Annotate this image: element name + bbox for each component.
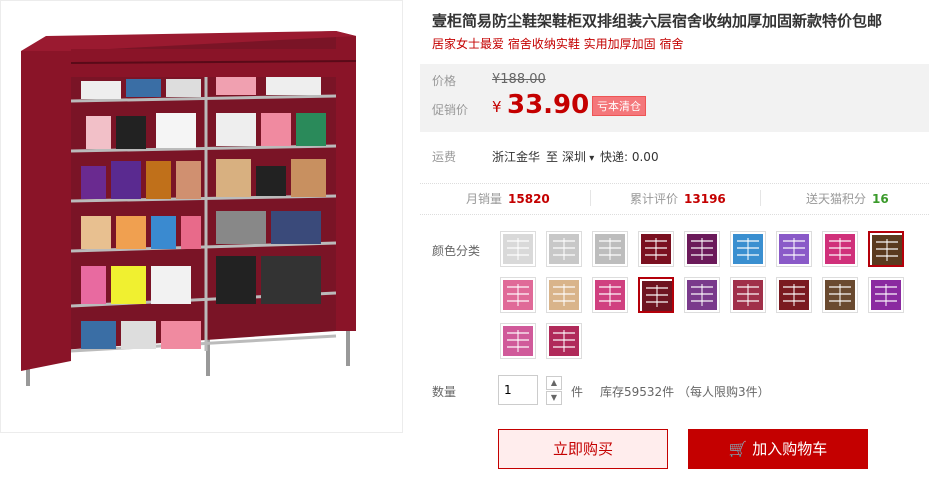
quantity-label: 数量 <box>432 385 457 399</box>
swatch-thumbnail <box>503 326 533 356</box>
color-label: 颜色分类 <box>432 244 481 258</box>
shipping-origin: 浙江金华 <box>492 150 541 164</box>
stat-divider <box>760 190 761 206</box>
color-swatch[interactable] <box>730 231 766 267</box>
monthly-sales: 月销量 15820 <box>466 190 550 207</box>
quantity-decrease-button[interactable]: ▼ <box>546 391 562 405</box>
promo-price-label: 促销价 <box>432 103 469 117</box>
stat-divider <box>590 190 591 206</box>
tmall-points: 送天猫积分 16 <box>806 190 889 207</box>
shipping-destination-select[interactable]: 深圳 ▾ <box>562 148 594 165</box>
swatch-thumbnail <box>641 234 671 264</box>
shipping-destination: 深圳 <box>562 150 587 164</box>
swatch-thumbnail <box>871 280 901 310</box>
monthly-sales-label: 月销量 <box>466 192 503 206</box>
color-swatch[interactable] <box>638 231 674 267</box>
price-label: 价格 <box>432 74 457 88</box>
swatch-thumbnail <box>687 280 717 310</box>
stats-row: 月销量 15820 累计评价 13196 送天猫积分 16 <box>420 183 929 215</box>
shipping-row: 运费 浙江金华 至 深圳 ▾ 快递: 0.00 <box>420 140 929 174</box>
swatch-thumbnail <box>595 234 625 264</box>
promo-price: 33.90 <box>507 90 590 120</box>
add-to-cart-button[interactable]: 🛒 加入购物车 <box>688 429 868 469</box>
quantity-input[interactable] <box>498 375 538 405</box>
total-reviews[interactable]: 累计评价 13196 <box>630 190 726 207</box>
swatch-thumbnail <box>549 280 579 310</box>
color-swatch[interactable] <box>546 231 582 267</box>
swatch-thumbnail <box>549 326 579 356</box>
points-value: 16 <box>872 192 889 206</box>
swatch-thumbnail <box>779 280 809 310</box>
color-swatch[interactable] <box>868 277 904 313</box>
swatch-thumbnail <box>503 280 533 310</box>
swatch-thumbnail <box>825 234 855 264</box>
swatch-thumbnail <box>779 234 809 264</box>
color-swatch[interactable] <box>638 277 674 313</box>
color-swatch[interactable] <box>776 231 812 267</box>
color-swatch[interactable] <box>684 277 720 313</box>
points-label: 送天猫积分 <box>806 192 867 206</box>
product-subtitle: 居家女士最爱 宿舍收纳实鞋 实用加厚加固 宿舍 <box>432 37 684 51</box>
promo-badge: 亏本清仓 <box>592 96 646 116</box>
shipping-to-word: 至 <box>546 150 559 164</box>
color-swatch[interactable] <box>546 323 582 359</box>
shipping-express: 快递: 0.00 <box>600 150 659 164</box>
swatch-thumbnail <box>549 234 579 264</box>
color-swatch[interactable] <box>592 277 628 313</box>
swatch-thumbnail <box>825 280 855 310</box>
color-swatch[interactable] <box>500 277 536 313</box>
swatch-thumbnail <box>503 234 533 264</box>
reviews-label: 累计评价 <box>630 192 679 206</box>
cart-icon: 🛒 <box>728 440 748 458</box>
swatch-thumbnail <box>872 235 902 265</box>
add-to-cart-label: 加入购物车 <box>752 440 828 458</box>
color-swatch[interactable] <box>500 323 536 359</box>
color-swatch[interactable] <box>822 231 858 267</box>
monthly-sales-value: 15820 <box>508 192 550 206</box>
color-swatch[interactable] <box>546 277 582 313</box>
color-swatch[interactable] <box>776 277 812 313</box>
price-box: 价格 ¥188.00 促销价 ¥ 33.90 亏本清仓 <box>420 64 929 132</box>
swatch-thumbnail <box>595 280 625 310</box>
color-swatch[interactable] <box>592 231 628 267</box>
color-swatch[interactable] <box>500 231 536 267</box>
shoe-rack-image <box>21 31 357 386</box>
product-title: 壹柜简易防尘鞋架鞋柜双排组装六层宿舍收纳加厚加固新款特价包邮 <box>432 12 883 30</box>
shipping-label: 运费 <box>432 150 457 164</box>
quantity-unit: 件 <box>571 385 584 399</box>
swatch-thumbnail <box>733 280 763 310</box>
currency-symbol: ¥ <box>492 98 502 116</box>
color-swatch[interactable] <box>822 277 858 313</box>
swatch-thumbnail <box>733 234 763 264</box>
quantity-increase-button[interactable]: ▲ <box>546 376 562 390</box>
swatch-thumbnail <box>687 234 717 264</box>
product-main-image[interactable] <box>0 0 403 433</box>
color-swatch[interactable] <box>684 231 720 267</box>
original-price: ¥188.00 <box>492 72 546 87</box>
stock-info: 库存59532件 （每人限购3件） <box>600 385 770 399</box>
chevron-down-icon: ▾ <box>586 153 595 164</box>
buy-now-button[interactable]: 立即购买 <box>498 429 668 469</box>
reviews-value: 13196 <box>684 192 726 206</box>
color-swatch[interactable] <box>730 277 766 313</box>
swatch-thumbnail <box>642 281 672 311</box>
color-swatch[interactable] <box>868 231 904 267</box>
